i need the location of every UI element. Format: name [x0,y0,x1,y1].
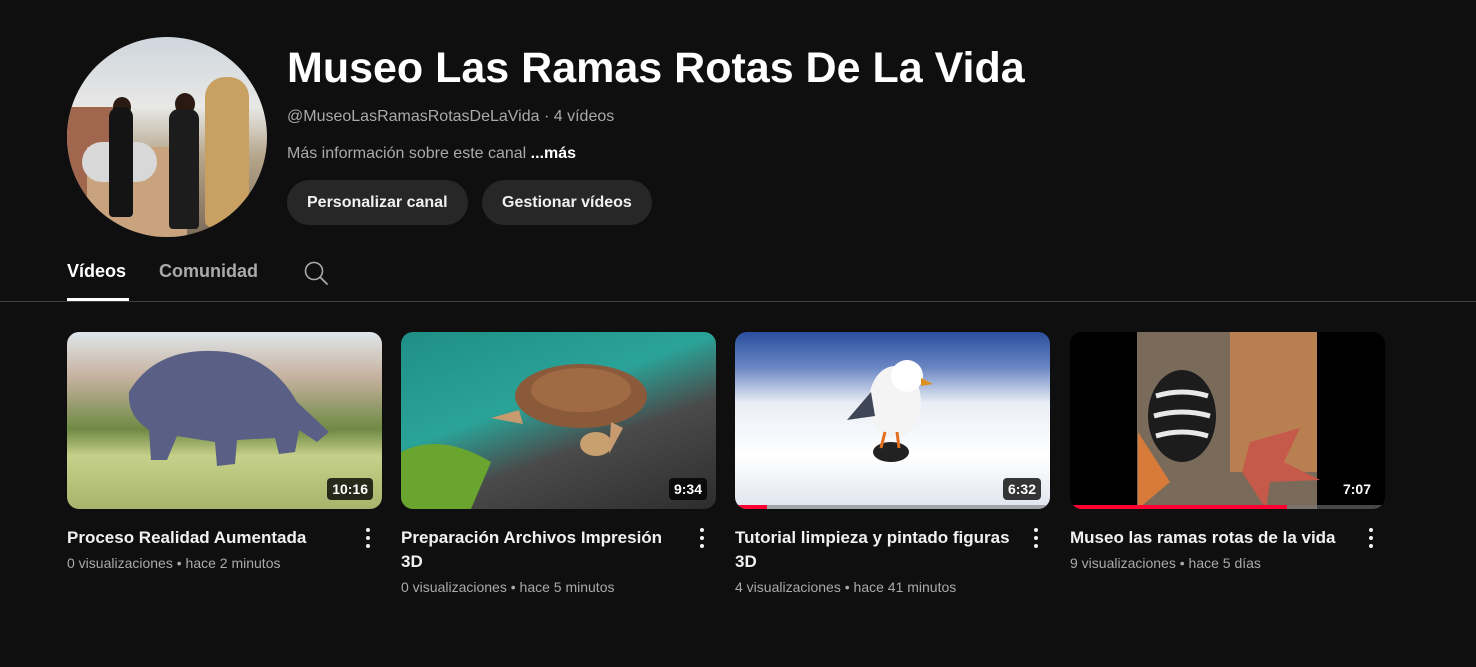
video-thumbnail[interactable]: 10:16 [67,332,382,509]
video-title[interactable]: Tutorial limpieza y pintado figuras 3D [735,526,1010,574]
customize-channel-button[interactable]: Personalizar canal [287,180,468,225]
more-vert-icon[interactable] [356,525,380,551]
video-duration: 10:16 [327,478,373,500]
video-title[interactable]: Preparación Archivos Impresión 3D [401,526,676,574]
manage-videos-button[interactable]: Gestionar vídeos [482,180,652,225]
video-card: 7:07 Museo las ramas rotas de la vida 9 … [1070,332,1385,571]
more-vert-icon[interactable] [1024,525,1048,551]
tab-videos[interactable]: Vídeos [67,261,126,282]
video-meta: 0 visualizaciones • hace 2 minutos [67,555,281,571]
avatar-person [169,109,199,229]
meta-separator: · [539,108,554,125]
more-vert-icon[interactable] [1359,525,1383,551]
channel-description[interactable]: Más información sobre este canal ...más [287,145,576,163]
video-age: hace 5 minutos [519,579,615,595]
video-age: hace 5 días [1188,555,1261,571]
video-views: 0 visualizaciones [67,555,173,571]
watch-progress [735,505,767,509]
video-thumbnail[interactable]: 6:32 [735,332,1050,509]
video-meta: 9 visualizaciones • hace 5 días [1070,555,1261,571]
watch-progress-track [735,505,1050,509]
video-meta: 0 visualizaciones • hace 5 minutos [401,579,615,595]
tab-community[interactable]: Comunidad [159,261,258,282]
watch-progress [1070,505,1288,509]
video-card: 9:34 Preparación Archivos Impresión 3D 0… [401,332,716,595]
video-views: 4 visualizaciones [735,579,841,595]
video-views: 9 visualizaciones [1070,555,1176,571]
channel-page: Museo Las Ramas Rotas De La Vida @MuseoL… [0,0,1476,667]
video-title[interactable]: Proceso Realidad Aumentada [67,526,342,550]
search-icon[interactable] [303,260,329,286]
avatar-person [109,107,133,217]
video-meta: 4 visualizaciones • hace 41 minutos [735,579,957,595]
channel-title: Museo Las Ramas Rotas De La Vida [287,44,1025,92]
video-duration: 9:34 [668,478,707,500]
video-age: hace 2 minutos [185,555,281,571]
video-thumbnail[interactable]: 7:07 [1070,332,1385,509]
video-thumbnail[interactable]: 9:34 [401,332,716,509]
channel-meta: @MuseoLasRamasRotasDeLaVida · 4 vídeos [287,108,614,126]
more-link[interactable]: ...más [531,145,576,162]
video-card: 10:16 Proceso Realidad Aumentada 0 visua… [67,332,382,571]
channel-handle: @MuseoLasRamasRotasDeLaVida [287,108,540,125]
avatar-kangaroo-figure [205,77,249,227]
video-age: hace 41 minutos [853,579,957,595]
channel-avatar[interactable] [67,37,267,237]
more-vert-icon[interactable] [690,525,714,551]
description-text: Más información sobre este canal [287,145,531,162]
video-duration: 7:07 [1337,478,1376,500]
tabs-divider [0,301,1476,302]
video-duration: 6:32 [1002,478,1041,500]
video-card: 6:32 Tutorial limpieza y pintado figuras… [735,332,1050,595]
video-views: 0 visualizaciones [401,579,507,595]
video-title[interactable]: Museo las ramas rotas de la vida [1070,526,1345,550]
video-count: 4 vídeos [553,108,615,125]
